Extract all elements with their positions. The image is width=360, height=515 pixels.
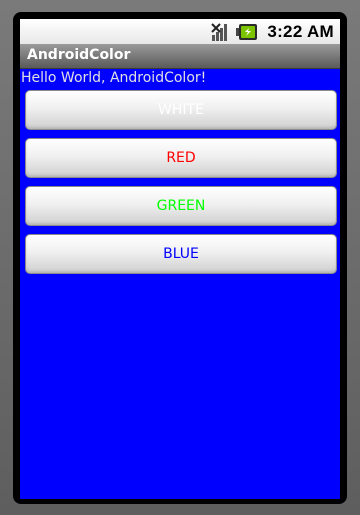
green-button[interactable]: GREEN — [25, 186, 337, 226]
signal-icon — [211, 22, 231, 42]
status-clock: 3:22 AM — [267, 21, 334, 41]
status-bar: 3:22 AM — [20, 19, 340, 44]
emulator-frame: 3:22 AM AndroidColor Hello World, Androi… — [0, 0, 360, 515]
blue-button[interactable]: BLUE — [25, 234, 337, 274]
device-screen: 3:22 AM AndroidColor Hello World, Androi… — [20, 19, 340, 499]
status-icons: 3:22 AM — [211, 20, 334, 43]
battery-icon — [236, 23, 258, 41]
app-title: AndroidColor — [27, 47, 131, 63]
hello-text: Hello World, AndroidColor! — [21, 70, 207, 86]
red-button[interactable]: RED — [25, 138, 337, 178]
white-button[interactable]: WHITE — [25, 90, 337, 130]
app-title-bar: AndroidColor — [20, 44, 340, 69]
